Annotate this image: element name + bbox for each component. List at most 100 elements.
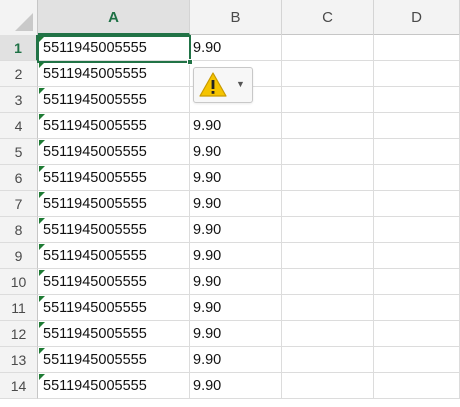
cell-a[interactable]: 5511945005555 [38, 243, 190, 269]
error-indicator-icon [39, 348, 45, 354]
cell-c[interactable] [282, 113, 374, 139]
cell-d[interactable] [374, 139, 460, 165]
cell-b[interactable]: 9.90 [190, 35, 282, 61]
select-all-triangle [15, 13, 33, 31]
row-header[interactable]: 8 [0, 217, 38, 243]
column-header-b[interactable]: B [190, 0, 282, 35]
row-header[interactable]: 11 [0, 295, 38, 321]
column-header-d[interactable]: D [374, 0, 460, 35]
cell-a[interactable]: 5511945005555 [38, 373, 190, 399]
error-indicator-icon [39, 166, 45, 172]
fill-handle[interactable] [187, 59, 193, 65]
row-header[interactable]: 14 [0, 373, 38, 399]
cell-d[interactable] [374, 61, 460, 87]
chevron-down-icon: ▼ [236, 79, 245, 89]
cell-c[interactable] [282, 61, 374, 87]
cell-value: 5511945005555 [43, 170, 147, 186]
cell-value: 5511945005555 [43, 66, 147, 82]
row-header[interactable]: 13 [0, 347, 38, 373]
cell-b[interactable]: 9.90 [190, 243, 282, 269]
cell-d[interactable] [374, 269, 460, 295]
cell-a[interactable]: 5511945005555 [38, 139, 190, 165]
cell-a[interactable]: 5511945005555 [38, 191, 190, 217]
cell-c[interactable] [282, 87, 374, 113]
warning-icon [199, 72, 227, 97]
cell-value: 5511945005555 [43, 118, 147, 134]
cell-c[interactable] [282, 191, 374, 217]
cell-d[interactable] [374, 243, 460, 269]
row-header[interactable]: 12 [0, 321, 38, 347]
cell-a[interactable]: 5511945005555 [38, 35, 190, 61]
cell-c[interactable] [282, 347, 374, 373]
cell-b[interactable]: 9.90 [190, 269, 282, 295]
cell-b[interactable]: 9.90 [190, 373, 282, 399]
cell-d[interactable] [374, 165, 460, 191]
cell-b[interactable]: 9.90 [190, 347, 282, 373]
cell-d[interactable] [374, 217, 460, 243]
cell-d[interactable] [374, 295, 460, 321]
column-header-c[interactable]: C [282, 0, 374, 35]
cell-a[interactable]: 5511945005555 [38, 347, 190, 373]
cell-a[interactable]: 5511945005555 [38, 269, 190, 295]
select-all-button[interactable] [0, 0, 38, 35]
cell-value: 5511945005555 [43, 222, 147, 238]
error-indicator-icon [39, 36, 45, 42]
row-header[interactable]: 2 [0, 61, 38, 87]
error-indicator-icon [39, 374, 45, 380]
error-checking-button[interactable]: ▼ [193, 67, 253, 103]
cell-d[interactable] [374, 87, 460, 113]
row-header[interactable]: 7 [0, 191, 38, 217]
cell-c[interactable] [282, 295, 374, 321]
cell-b[interactable]: 9.90 [190, 217, 282, 243]
row-header[interactable]: 4 [0, 113, 38, 139]
cell-value: 5511945005555 [43, 378, 147, 394]
error-indicator-icon [39, 140, 45, 146]
row-header[interactable]: 9 [0, 243, 38, 269]
row-header[interactable]: 6 [0, 165, 38, 191]
cell-c[interactable] [282, 373, 374, 399]
error-indicator-icon [39, 218, 45, 224]
cell-b[interactable]: 9.90 [190, 295, 282, 321]
cell-a[interactable]: 5511945005555 [38, 87, 190, 113]
cell-value: 5511945005555 [43, 326, 147, 342]
cell-a[interactable]: 5511945005555 [38, 165, 190, 191]
cell-c[interactable] [282, 35, 374, 61]
cell-b[interactable]: 9.90 [190, 321, 282, 347]
cell-value: 5511945005555 [43, 40, 147, 56]
cell-d[interactable] [374, 191, 460, 217]
cell-b[interactable]: 9.90 [190, 139, 282, 165]
cell-c[interactable] [282, 139, 374, 165]
cell-a[interactable]: 5511945005555 [38, 61, 190, 87]
cell-value: 5511945005555 [43, 352, 147, 368]
cell-c[interactable] [282, 243, 374, 269]
row-header[interactable]: 3 [0, 87, 38, 113]
cell-d[interactable] [374, 35, 460, 61]
cell-d[interactable] [374, 113, 460, 139]
cell-b[interactable]: 9.90 [190, 165, 282, 191]
column-header-row: A B C D [0, 0, 460, 35]
cell-a[interactable]: 5511945005555 [38, 113, 190, 139]
error-indicator-icon [39, 270, 45, 276]
cell-a[interactable]: 5511945005555 [38, 217, 190, 243]
cell-b[interactable]: 9.90 [190, 191, 282, 217]
cell-d[interactable] [374, 321, 460, 347]
row-header[interactable]: 1 [0, 35, 38, 61]
cell-d[interactable] [374, 347, 460, 373]
cell-a[interactable]: 5511945005555 [38, 321, 190, 347]
error-indicator-icon [39, 88, 45, 94]
cell-c[interactable] [282, 321, 374, 347]
row-header[interactable]: 5 [0, 139, 38, 165]
cell-b[interactable]: 9.90 [190, 113, 282, 139]
spreadsheet-grid: A B C D 1 5511945005555 9.90 2 5511945005555… [0, 0, 460, 407]
cell-c[interactable] [282, 217, 374, 243]
column-header-a[interactable]: A [38, 0, 190, 35]
cell-d[interactable] [374, 373, 460, 399]
cell-value: 5511945005555 [43, 248, 147, 264]
cell-value: 5511945005555 [43, 144, 147, 160]
row-header[interactable]: 10 [0, 269, 38, 295]
error-indicator-icon [39, 192, 45, 198]
cell-a[interactable]: 5511945005555 [38, 295, 190, 321]
cell-c[interactable] [282, 269, 374, 295]
cell-c[interactable] [282, 165, 374, 191]
error-indicator-icon [39, 114, 45, 120]
